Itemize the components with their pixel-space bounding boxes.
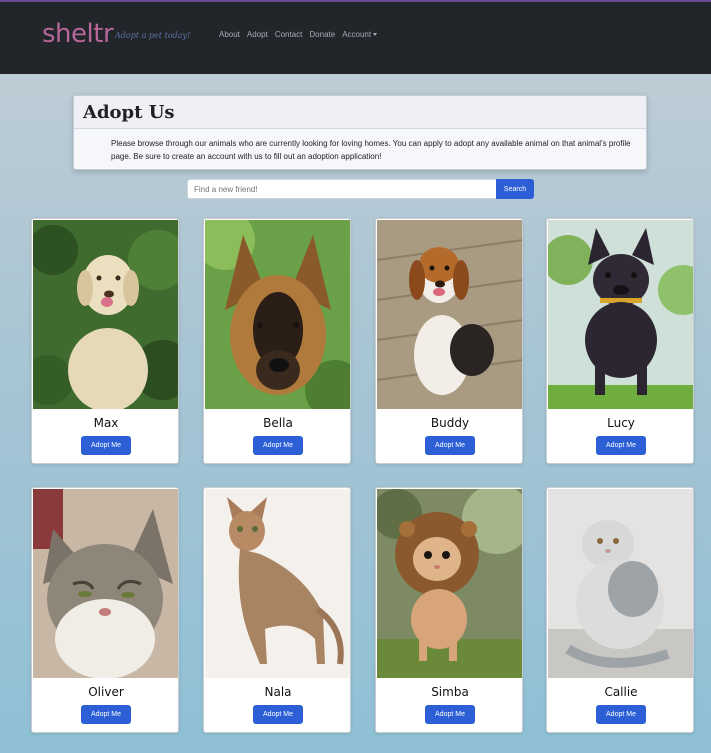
intro-text: Please browse through our animals who ar… [111,139,631,161]
pet-name[interactable]: Bella [204,416,350,430]
adopt-me-button[interactable]: Adopt Me [596,705,646,724]
pet-photo[interactable] [377,220,522,409]
pet-name[interactable]: Lucy [547,416,693,430]
brand-tagline: Adopt a pet today! [115,31,191,40]
adopt-me-button[interactable]: Adopt Me [253,436,303,455]
pet-name[interactable]: Oliver [32,685,178,699]
adopt-me-button[interactable]: Adopt Me [425,705,475,724]
pet-name[interactable]: Buddy [376,416,522,430]
top-navbar: sheltr Adopt a pet today! About Adopt Co… [0,0,711,74]
pet-name[interactable]: Simba [376,685,522,699]
nav-account-label: Account [342,30,372,39]
pet-card-oliver[interactable]: Oliver Adopt Me [31,487,179,733]
pet-name[interactable]: Callie [547,685,693,699]
adopt-me-button[interactable]: Adopt Me [596,436,646,455]
brand-logo[interactable]: sheltr [42,19,114,49]
pet-photo[interactable] [205,220,350,409]
adopt-me-button[interactable]: Adopt Me [81,436,131,455]
pet-photo[interactable] [205,489,350,678]
search-input[interactable] [187,179,496,199]
nav-links: About Adopt Contact Donate Account [219,30,378,39]
nav-account-dropdown[interactable]: Account [342,30,378,39]
nav-about-link[interactable]: About [219,30,240,39]
pet-card-simba[interactable]: Simba Adopt Me [375,487,523,733]
pet-name[interactable]: Nala [204,685,350,699]
adopt-me-button[interactable]: Adopt Me [425,436,475,455]
pet-card-callie[interactable]: Callie Adopt Me [546,487,694,733]
nav-adopt-link[interactable]: Adopt [247,30,268,39]
adopt-me-button[interactable]: Adopt Me [81,705,131,724]
pet-photo[interactable] [33,220,178,409]
pet-card-lucy[interactable]: Lucy Adopt Me [546,218,694,464]
adopt-me-button[interactable]: Adopt Me [253,705,303,724]
search-button[interactable]: Search [496,179,534,199]
pet-card-buddy[interactable]: Buddy Adopt Me [375,218,523,464]
nav-donate-link[interactable]: Donate [309,30,335,39]
pet-photo[interactable] [377,489,522,678]
pet-card-max[interactable]: Max Adopt Me [31,218,179,464]
page-title: Adopt Us [83,102,175,123]
pet-photo[interactable] [548,489,693,678]
pet-photo[interactable] [548,220,693,409]
pet-card-bella[interactable]: Bella Adopt Me [203,218,351,464]
pet-photo[interactable] [33,489,178,678]
nav-contact-link[interactable]: Contact [275,30,303,39]
intro-panel: Adopt Us Please browse through our anima… [73,95,647,170]
search-bar: Search [187,179,534,199]
pet-card-nala[interactable]: Nala Adopt Me [203,487,351,733]
caret-down-icon [373,33,378,37]
pet-name[interactable]: Max [32,416,178,430]
